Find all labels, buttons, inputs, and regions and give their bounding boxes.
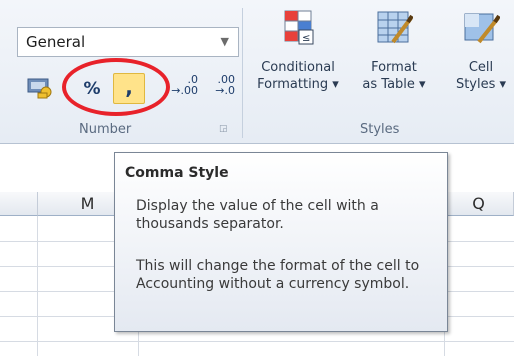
format-as-table-icon: [377, 11, 414, 44]
grid-line: [37, 216, 38, 356]
grid-line: [0, 341, 514, 342]
column-header-blank[interactable]: [0, 192, 38, 216]
highlight-circle-annotation: [62, 58, 170, 116]
cell-styles-button[interactable]: Cell Styles ▾: [446, 8, 514, 93]
increase-decimal-bottom: →.00: [171, 84, 198, 97]
comma-style-tooltip: Comma Style Display the value of the cel…: [114, 152, 448, 332]
increase-decimal-button[interactable]: .0 →.00: [166, 74, 198, 104]
number-format-value: General: [26, 33, 86, 51]
tooltip-paragraph-1: Display the value of the cell with a tho…: [136, 198, 379, 232]
cell-styles-icon: [464, 13, 501, 44]
decrease-decimal-bottom: →.0: [215, 84, 235, 97]
column-header-q[interactable]: Q: [444, 192, 514, 216]
cell-styles-label-1: Cell: [468, 60, 494, 75]
cell-styles-label-2: Styles ▾: [455, 77, 507, 92]
format-as-table-label-1: Format: [371, 60, 417, 75]
conditional-formatting-label-1: Conditional: [261, 60, 335, 75]
svg-text:≤: ≤: [302, 33, 310, 44]
conditional-formatting-label-2: Formatting ▾: [257, 77, 339, 92]
tooltip-title: Comma Style: [125, 165, 229, 181]
decrease-decimal-button[interactable]: .00 →.0: [203, 74, 235, 104]
conditional-formatting-icon: ≤: [284, 10, 314, 45]
conditional-formatting-button[interactable]: ≤ Conditional Formatting ▾: [250, 8, 346, 93]
styles-group-label: Styles: [360, 122, 400, 137]
number-format-dropdown[interactable]: General ▼: [17, 27, 239, 57]
dialog-launcher-icon[interactable]: ◲: [219, 124, 228, 134]
accounting-format-button[interactable]: [26, 73, 54, 101]
chevron-down-icon: ▼: [220, 35, 229, 48]
number-group-label: Number: [79, 122, 132, 137]
format-as-table-button[interactable]: Format as Table ▾: [355, 8, 433, 93]
format-as-table-label-2: as Table ▾: [362, 77, 426, 92]
group-separator: [242, 8, 243, 138]
ribbon: General ▼ % , .0 →.00 .00 →.0 Number ◲ ≤…: [0, 0, 514, 144]
tooltip-paragraph-2: This will change the format of the cell …: [136, 258, 420, 292]
accounting-icon: [27, 78, 52, 99]
